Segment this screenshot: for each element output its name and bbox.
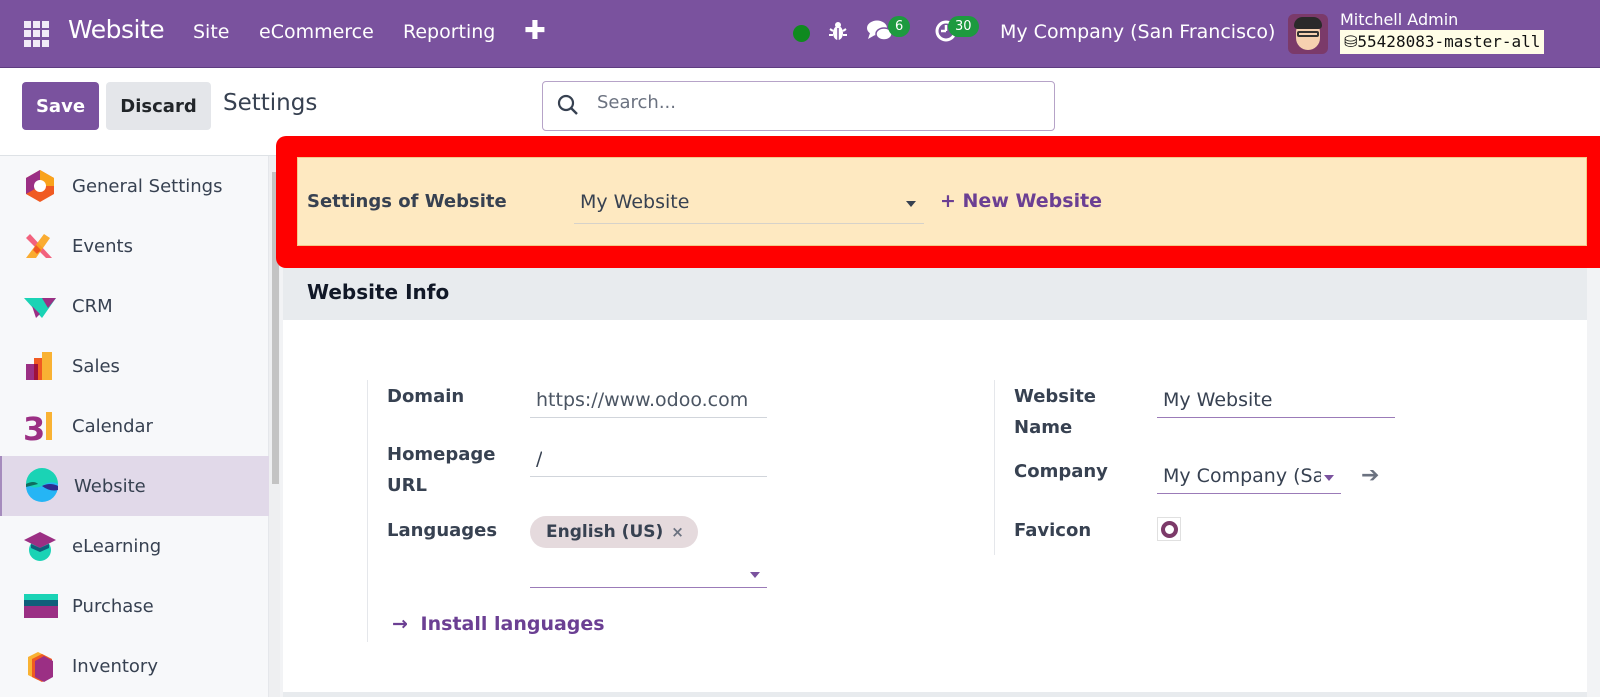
company-value: My Company (Sa — [1163, 465, 1321, 487]
sidebar-item-label: eLearning — [72, 535, 162, 557]
language-tag-label: English (US) — [546, 522, 664, 542]
section-divider — [283, 692, 1587, 697]
company-switcher[interactable]: My Company (San Francisco) — [1000, 21, 1275, 43]
sidebar-item-crm[interactable]: CRM — [0, 276, 269, 336]
save-button[interactable]: Save — [22, 82, 99, 130]
bug-icon[interactable] — [828, 20, 848, 47]
section-title: Website Info — [307, 280, 450, 304]
sidebar-item-elearning[interactable]: eLearning — [0, 516, 269, 576]
sidebar-item-inventory[interactable]: Inventory — [0, 636, 269, 696]
website-name-field[interactable]: My Website — [1157, 382, 1395, 418]
menu-reporting[interactable]: Reporting — [403, 21, 495, 43]
purchase-icon — [24, 594, 58, 618]
website-name-value: My Website — [1163, 389, 1273, 411]
homepage-url-label-line1: Homepage — [387, 444, 496, 465]
settings-of-website-label: Settings of Website — [307, 191, 507, 212]
sidebar-item-general-settings[interactable]: General Settings — [0, 156, 269, 216]
sidebar-item-sales[interactable]: Sales — [0, 336, 269, 396]
favicon-label: Favicon — [1014, 520, 1092, 541]
general-settings-icon — [26, 170, 54, 202]
arrow-right-icon: → — [392, 613, 408, 635]
user-avatar[interactable] — [1288, 14, 1328, 54]
sidebar-item-label: General Settings — [72, 175, 223, 197]
install-languages-label: Install languages — [420, 613, 605, 635]
activities-count-badge: 30 — [948, 16, 979, 37]
website-name-label-line1: Website — [1014, 386, 1097, 407]
settings-sidebar: General Settings Events CRM Sales 3 Cale… — [0, 156, 269, 697]
database-name: 55428083-master-all — [1357, 32, 1541, 51]
caret-down-icon — [906, 201, 916, 207]
sidebar-item-label: Purchase — [72, 595, 154, 617]
plus-icon[interactable]: ✚ — [524, 16, 546, 46]
new-website-button[interactable]: + New Website — [940, 190, 1102, 212]
menu-site[interactable]: Site — [193, 21, 229, 43]
languages-label: Languages — [387, 520, 498, 541]
sidebar-item-label: CRM — [72, 295, 113, 317]
company-label: Company — [1014, 461, 1108, 482]
domain-value: https://www.odoo.com — [536, 389, 749, 411]
sidebar-item-label: Events — [72, 235, 133, 257]
apps-grid-icon[interactable] — [24, 21, 50, 47]
sidebar-item-label: Sales — [72, 355, 120, 377]
domain-label: Domain — [387, 386, 465, 407]
app-name[interactable]: Website — [68, 15, 165, 44]
top-navbar: Website Site eCommerce Reporting ✚ 6 30 … — [0, 0, 1600, 68]
caret-down-icon — [1324, 475, 1334, 481]
calendar-icon: 3 — [23, 410, 52, 444]
language-tag: English (US) × — [530, 516, 698, 548]
crm-icon — [24, 298, 56, 318]
database-badge: ⛁55428083-master-all — [1340, 30, 1545, 54]
website-name-label-line2: Name — [1014, 417, 1073, 438]
sidebar-item-website[interactable]: Website — [0, 456, 269, 516]
sidebar-item-label: Inventory — [72, 655, 158, 677]
website-selector-bar: Settings of Website My Website + New Web… — [297, 157, 1587, 246]
sidebar-item-events[interactable]: Events — [0, 216, 269, 276]
favicon-ring-icon — [1161, 521, 1178, 538]
caret-down-icon — [750, 572, 760, 578]
events-icon — [26, 234, 52, 258]
messages-count-badge: 6 — [888, 16, 911, 37]
page-title: Settings — [223, 90, 318, 116]
search-input[interactable] — [597, 92, 1037, 113]
sidebar-item-calendar[interactable]: 3 Calendar — [0, 396, 269, 456]
right-column-divider — [994, 380, 995, 555]
website-icon — [26, 468, 58, 502]
elearning-icon — [24, 532, 56, 561]
homepage-url-label-line2: URL — [387, 475, 427, 496]
install-languages-link[interactable]: → Install languages — [392, 613, 605, 635]
search-icon — [557, 94, 578, 115]
website-select-value: My Website — [580, 191, 690, 213]
inventory-icon — [28, 652, 53, 682]
homepage-url-value: / — [536, 448, 543, 470]
favicon-image[interactable] — [1157, 517, 1181, 541]
open-company-arrow-icon[interactable]: ➔ — [1361, 463, 1379, 488]
sidebar-item-label: Calendar — [72, 415, 153, 437]
website-info-body — [283, 320, 1587, 692]
user-name[interactable]: Mitchell Admin — [1340, 10, 1458, 29]
left-column-divider — [367, 380, 368, 642]
discard-button[interactable]: Discard — [106, 82, 211, 130]
presence-status-icon — [793, 25, 810, 42]
sidebar-item-purchase[interactable]: Purchase — [0, 576, 269, 636]
languages-input[interactable] — [530, 552, 767, 588]
remove-tag-icon[interactable]: × — [671, 523, 684, 541]
sales-icon — [26, 352, 52, 380]
svg-text:3: 3 — [23, 410, 45, 444]
search-box[interactable] — [542, 81, 1055, 131]
menu-ecommerce[interactable]: eCommerce — [259, 21, 374, 43]
company-select[interactable]: My Company (Sa — [1157, 458, 1341, 494]
website-select[interactable]: My Website — [574, 180, 924, 224]
domain-field[interactable]: https://www.odoo.com — [530, 382, 767, 418]
sidebar-item-label: Website — [74, 475, 146, 497]
website-info-header: Website Info — [283, 268, 1587, 320]
homepage-url-field[interactable]: / — [530, 441, 767, 477]
database-icon: ⛁ — [1344, 32, 1358, 51]
